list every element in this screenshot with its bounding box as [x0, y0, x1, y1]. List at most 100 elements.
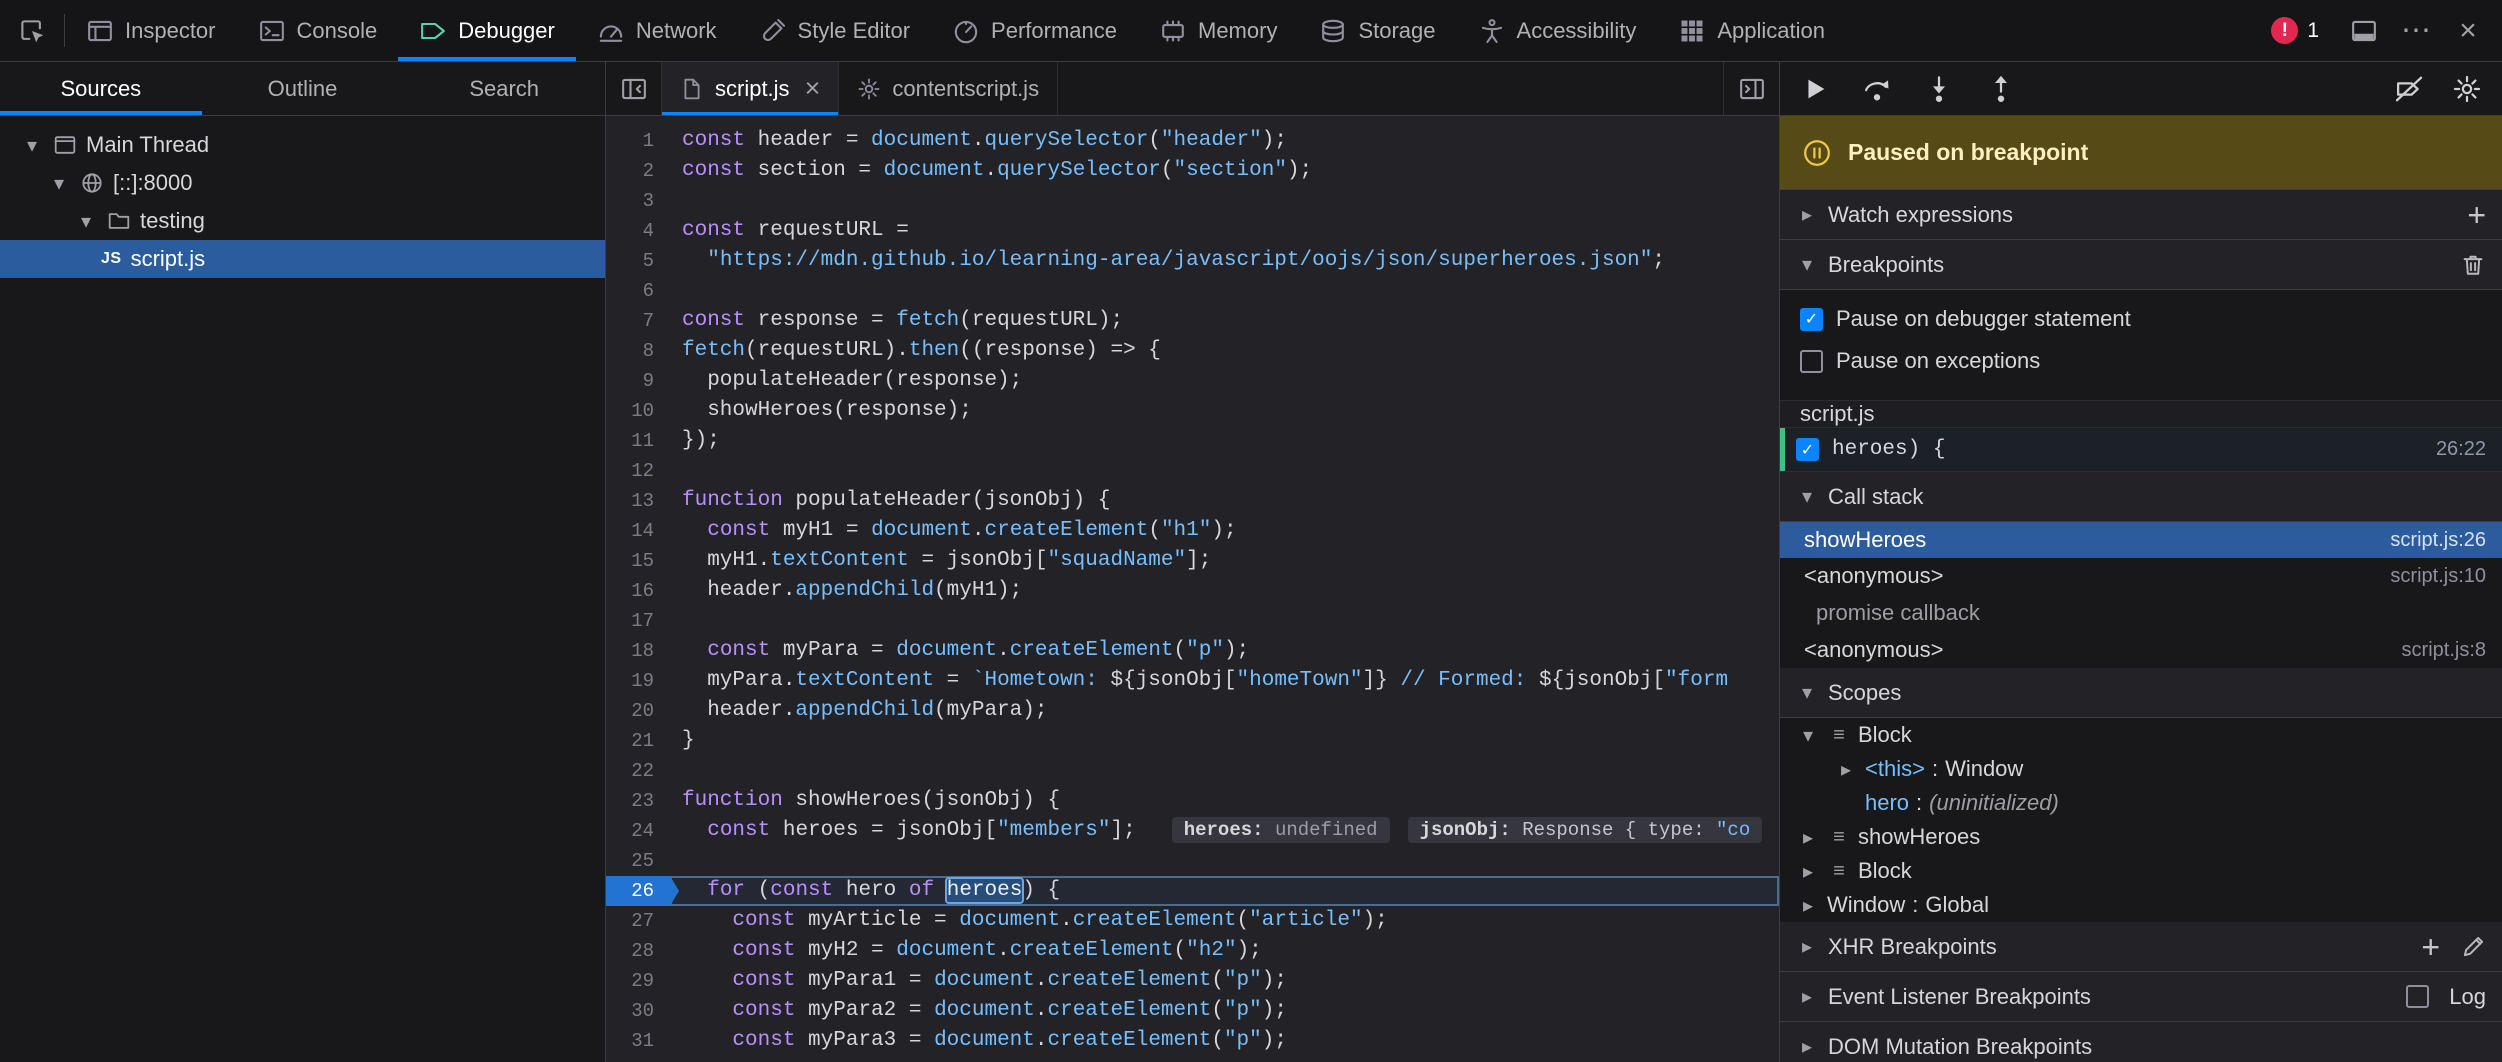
line-number[interactable]: 17: [606, 606, 670, 636]
tree-item-host-8000[interactable]: ▾[::]:8000: [0, 164, 605, 202]
line-content[interactable]: const myH2 = document.createElement("h2"…: [670, 936, 1779, 966]
step-over-button[interactable]: [1862, 74, 1892, 104]
call-stack-header[interactable]: ▾ Call stack: [1780, 472, 2502, 522]
breakpoint-option[interactable]: ✓Pause on debugger statement: [1780, 298, 2502, 340]
scope-row[interactable]: ▸≡Block: [1780, 854, 2502, 888]
tab-storage[interactable]: Storage: [1298, 0, 1456, 61]
add-xhr-breakpoint-button[interactable]: +: [2421, 931, 2440, 963]
chevron-down-icon[interactable]: ▾: [1796, 484, 1818, 509]
line-content[interactable]: function showHeroes(jsonObj) {: [670, 786, 1779, 816]
line-content[interactable]: const response = fetch(requestURL);: [670, 306, 1779, 336]
line-number[interactable]: 10: [606, 396, 670, 426]
pane-tab-search[interactable]: Search: [403, 62, 605, 115]
close-tab-icon[interactable]: ×: [805, 75, 821, 102]
tab-network[interactable]: Network: [576, 0, 738, 61]
tab-application[interactable]: Application: [1657, 0, 1846, 61]
checkbox[interactable]: ✓: [1800, 308, 1823, 331]
checkbox[interactable]: ✓: [1796, 438, 1819, 461]
line-number[interactable]: 26: [606, 876, 670, 906]
tab-memory[interactable]: Memory: [1138, 0, 1298, 61]
stack-frame[interactable]: promise callback: [1780, 594, 2502, 632]
chevron-down-icon[interactable]: ▾: [1796, 252, 1818, 277]
toggle-sources-panel-button[interactable]: [606, 62, 662, 115]
chevron-right-icon[interactable]: ▸: [1796, 893, 1820, 918]
line-number[interactable]: 24: [606, 816, 670, 846]
line-content[interactable]: const heroes = jsonObj["members"];heroes…: [670, 816, 1779, 846]
line-content[interactable]: [670, 606, 1779, 636]
chevron-right-icon[interactable]: ▸: [1796, 934, 1818, 959]
tab-inspector[interactable]: Inspector: [65, 0, 237, 61]
line-number[interactable]: 18: [606, 636, 670, 666]
scope-row[interactable]: hero: (uninitialized): [1780, 786, 2502, 820]
line-number[interactable]: 4: [606, 216, 670, 246]
dom-mutation-breakpoints-header[interactable]: ▸ DOM Mutation Breakpoints: [1780, 1022, 2502, 1062]
line-content[interactable]: const myPara3 = document.createElement("…: [670, 1026, 1779, 1056]
line-content[interactable]: function populateHeader(jsonObj) {: [670, 486, 1779, 516]
line-content[interactable]: header.appendChild(myH1);: [670, 576, 1779, 606]
source-tab-contentscript-js[interactable]: contentscript.js: [839, 62, 1058, 115]
chevron-down-icon[interactable]: ▾: [20, 133, 44, 158]
line-number[interactable]: 16: [606, 576, 670, 606]
line-number[interactable]: 12: [606, 456, 670, 486]
line-number[interactable]: 21: [606, 726, 670, 756]
line-content[interactable]: }: [670, 726, 1779, 756]
line-number[interactable]: 23: [606, 786, 670, 816]
chevron-right-icon[interactable]: ▸: [1796, 984, 1818, 1009]
line-number[interactable]: 19: [606, 666, 670, 696]
line-content[interactable]: const myPara1 = document.createElement("…: [670, 966, 1779, 996]
line-number[interactable]: 1: [606, 126, 670, 156]
xhr-breakpoints-header[interactable]: ▸ XHR Breakpoints +: [1780, 922, 2502, 972]
edit-xhr-breakpoint-button[interactable]: [2460, 934, 2486, 960]
deactivate-breakpoints-button[interactable]: [2394, 74, 2424, 104]
checkbox[interactable]: [1800, 350, 1823, 373]
line-content[interactable]: const header = document.querySelector("h…: [670, 126, 1779, 156]
line-number[interactable]: 6: [606, 276, 670, 306]
breakpoint-entry[interactable]: ✓heroes) {26:22: [1780, 428, 2502, 472]
chevron-down-icon[interactable]: ▾: [47, 171, 71, 196]
line-number[interactable]: 20: [606, 696, 670, 726]
watch-expressions-header[interactable]: ▸ Watch expressions +: [1780, 190, 2502, 240]
line-number[interactable]: 28: [606, 936, 670, 966]
line-number[interactable]: 11: [606, 426, 670, 456]
line-content[interactable]: [670, 456, 1779, 486]
pane-tab-outline[interactable]: Outline: [202, 62, 404, 115]
source-tab-script-js[interactable]: script.js×: [662, 62, 839, 115]
split-console-button[interactable]: [2340, 0, 2388, 61]
resume-button[interactable]: [1800, 74, 1830, 104]
tree-item-main-thread[interactable]: ▾Main Thread: [0, 126, 605, 164]
chevron-down-icon[interactable]: ▾: [1796, 723, 1820, 748]
line-number[interactable]: 22: [606, 756, 670, 786]
line-content[interactable]: fetch(requestURL).then((response) => {: [670, 336, 1779, 366]
line-content[interactable]: const section = document.querySelector("…: [670, 156, 1779, 186]
line-number[interactable]: 9: [606, 366, 670, 396]
stack-frame[interactable]: showHeroesscript.js:26: [1780, 522, 2502, 558]
line-content[interactable]: const myH1 = document.createElement("h1"…: [670, 516, 1779, 546]
tab-accessibility[interactable]: Accessibility: [1457, 0, 1658, 61]
line-number[interactable]: 2: [606, 156, 670, 186]
chevron-right-icon[interactable]: ▸: [1796, 859, 1820, 884]
breakpoint-option[interactable]: Pause on exceptions: [1780, 340, 2502, 382]
chevron-right-icon[interactable]: ▸: [1796, 202, 1818, 227]
tab-console[interactable]: Console: [237, 0, 399, 61]
tab-debugger[interactable]: Debugger: [398, 0, 576, 61]
add-watch-expression-button[interactable]: +: [2467, 199, 2486, 231]
pane-tab-sources[interactable]: Sources: [0, 62, 202, 115]
step-out-button[interactable]: [1986, 74, 2016, 104]
devtools-menu-button[interactable]: ⋯: [2392, 0, 2440, 61]
step-in-button[interactable]: [1924, 74, 1954, 104]
pick-element-button[interactable]: [0, 0, 64, 61]
line-number[interactable]: 14: [606, 516, 670, 546]
tree-item-folder-testing[interactable]: ▾testing: [0, 202, 605, 240]
line-content[interactable]: showHeroes(response);: [670, 396, 1779, 426]
line-number[interactable]: 13: [606, 486, 670, 516]
line-number[interactable]: 27: [606, 906, 670, 936]
tree-item-file-script-js[interactable]: JSscript.js: [0, 240, 605, 278]
line-number[interactable]: 29: [606, 966, 670, 996]
line-number[interactable]: 8: [606, 336, 670, 366]
stack-frame[interactable]: <anonymous>script.js:8: [1780, 632, 2502, 668]
scope-row[interactable]: ▸≡showHeroes: [1780, 820, 2502, 854]
stack-frame[interactable]: <anonymous>script.js:10: [1780, 558, 2502, 594]
line-content[interactable]: const myArticle = document.createElement…: [670, 906, 1779, 936]
line-content[interactable]: myPara.textContent = `Hometown: ${jsonOb…: [670, 666, 1779, 696]
line-number[interactable]: 5: [606, 246, 670, 276]
